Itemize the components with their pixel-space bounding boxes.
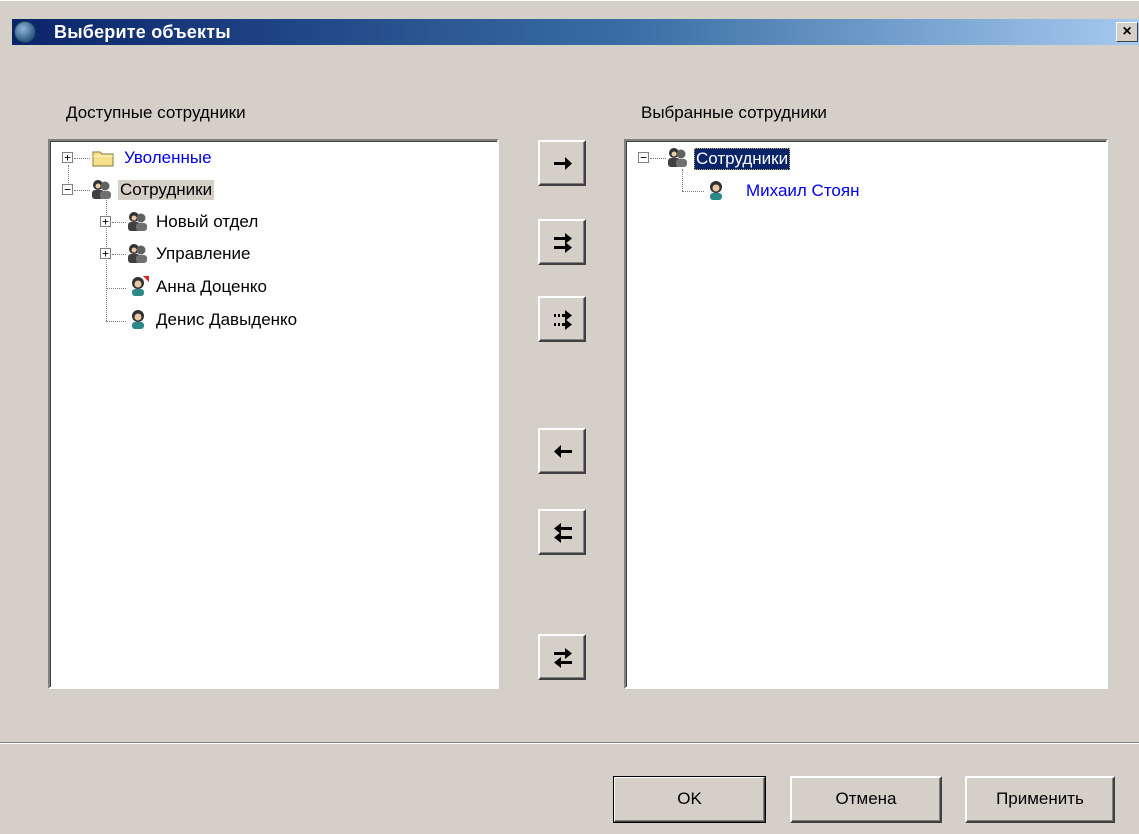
tree-node-label: Новый отдел: [156, 212, 259, 231]
tree-node-label: Денис Давыденко: [156, 310, 298, 329]
swap-arrows-icon: [554, 648, 572, 668]
tree-node-anna-dotsenko[interactable]: Анна Доценко: [50, 275, 490, 299]
selected-employees-label: Выбранные сотрудники: [641, 103, 827, 122]
tree-node-label: Сотрудники: [118, 180, 215, 200]
window-title: Выберите объекты: [54, 22, 231, 42]
expand-toggle[interactable]: +: [62, 152, 73, 163]
title-bar: Выберите объекты ×: [0, 0, 1139, 48]
tree-node-label: Управление: [156, 244, 251, 263]
tree-node-label: Анна Доценко: [156, 277, 267, 296]
close-button[interactable]: ×: [1116, 22, 1138, 42]
tree-node-new-department[interactable]: + Новый отдел: [50, 210, 490, 234]
group-icon: [128, 244, 147, 263]
move-filtered-right-button[interactable]: [538, 296, 586, 342]
group-icon: [128, 212, 147, 231]
footer-separator-highlight: [0, 743, 1139, 744]
tree-node-label: Сотрудники: [694, 148, 791, 170]
tree-node-employees-selected[interactable]: − Сотрудники: [626, 146, 1096, 170]
collapse-toggle[interactable]: −: [638, 152, 649, 163]
tree-node-label: Уволенные: [124, 148, 212, 167]
dotted-double-arrow-right-icon: [554, 310, 572, 330]
arrow-left-icon: [554, 445, 572, 458]
tree-node-management[interactable]: + Управление: [50, 242, 490, 266]
ok-button[interactable]: OK: [613, 776, 766, 823]
move-selected-left-button[interactable]: [538, 428, 586, 474]
tree-node-mikhail-stoyan[interactable]: Михаил Стоян: [626, 179, 1096, 203]
double-arrow-right-icon: [554, 233, 572, 253]
tree-node-label: Михаил Стоян: [746, 181, 860, 200]
app-globe-icon: [14, 21, 36, 43]
expand-toggle[interactable]: +: [100, 216, 111, 227]
cancel-button[interactable]: Отмена: [790, 776, 942, 823]
swap-lists-button[interactable]: [538, 634, 586, 680]
selected-employees-tree[interactable]: − Сотрудники Михаил Стоян: [624, 139, 1108, 689]
person-icon: [132, 276, 149, 296]
move-all-left-button[interactable]: [538, 509, 586, 555]
group-icon: [668, 148, 687, 167]
move-selected-right-button[interactable]: [538, 140, 586, 186]
collapse-toggle[interactable]: −: [62, 184, 73, 195]
folder-icon: [92, 151, 114, 167]
available-employees-label: Доступные сотрудники: [66, 103, 246, 122]
expand-toggle[interactable]: +: [100, 248, 111, 259]
group-icon: [92, 180, 111, 199]
double-arrow-left-icon: [554, 523, 572, 543]
person-icon: [132, 310, 144, 329]
move-all-right-button[interactable]: [538, 219, 586, 265]
tree-node-employees[interactable]: − Сотрудники: [50, 178, 490, 202]
arrow-right-icon: [554, 157, 572, 170]
available-employees-tree[interactable]: + Уволенные − Сотрудники + Новый отдел +: [48, 139, 499, 689]
tree-node-fired[interactable]: + Уволенные: [50, 146, 490, 170]
tree-node-denis-davydenko[interactable]: Денис Давыденко: [50, 308, 490, 332]
person-icon: [710, 181, 722, 200]
apply-button[interactable]: Применить: [965, 776, 1115, 823]
